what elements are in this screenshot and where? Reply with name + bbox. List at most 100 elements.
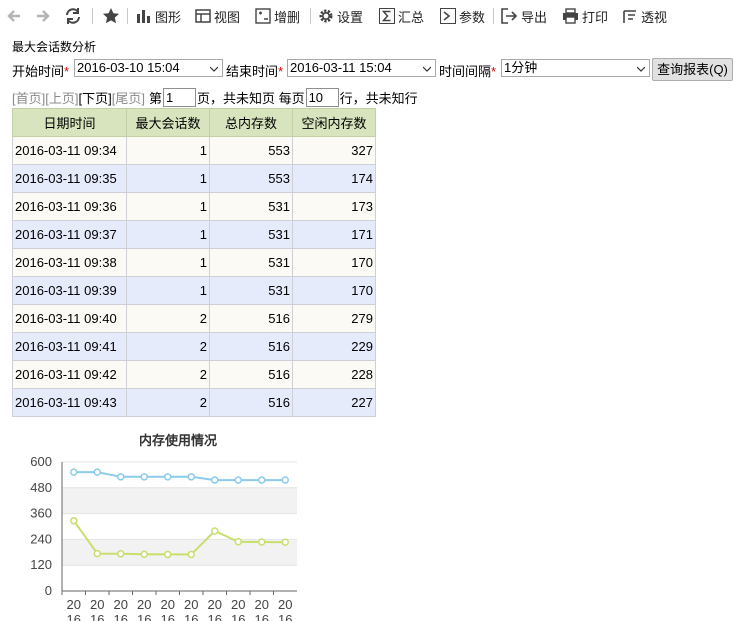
table-row: 2016-03-11 09:39 1 531 170 bbox=[12, 276, 376, 305]
forward-button[interactable] bbox=[35, 6, 51, 26]
print-button[interactable]: 打印 bbox=[562, 6, 608, 26]
x-tick-label: 20 bbox=[114, 597, 128, 612]
table-cell: 516 bbox=[209, 360, 293, 389]
column-header[interactable]: 总内存数 bbox=[209, 108, 293, 137]
last-page-link[interactable]: [尾页] bbox=[112, 88, 145, 107]
pager: [首页] [上页] [下页] [尾页] 第 页，共未知页 每页 行，共未知行 bbox=[12, 87, 418, 107]
table-header-row: 日期时间 最大会话数 总内存数 空闲内存数 bbox=[12, 108, 376, 137]
table-cell: 2016-03-11 09:41 bbox=[12, 332, 127, 361]
table-cell: 516 bbox=[209, 388, 293, 417]
print-button-label: 打印 bbox=[582, 9, 609, 25]
table-cell: 227 bbox=[292, 388, 376, 417]
table-cell: 2 bbox=[126, 360, 210, 389]
page-suffix: 页，共未知页 每页 bbox=[196, 90, 305, 106]
report-title: 最大会话数分析 bbox=[12, 40, 97, 54]
data-point bbox=[164, 550, 172, 559]
toolbar: 图形 视图 增删 设置 汇总 参数 导出 打印 透视 bbox=[0, 0, 742, 32]
data-point bbox=[187, 473, 195, 481]
column-header[interactable]: 日期时间 bbox=[12, 108, 127, 137]
refresh-button[interactable] bbox=[64, 6, 82, 26]
table-cell: 228 bbox=[292, 360, 376, 389]
y-tick-label: 120 bbox=[30, 557, 52, 572]
parameter-button[interactable]: 参数 bbox=[440, 6, 485, 26]
print-icon bbox=[563, 8, 578, 24]
data-point bbox=[117, 473, 125, 481]
page-number-input[interactable] bbox=[162, 87, 196, 107]
table-cell: 170 bbox=[292, 248, 376, 277]
table-cell: 2016-03-11 09:40 bbox=[12, 304, 127, 333]
x-tick-label: 20 bbox=[231, 597, 245, 612]
export-button[interactable]: 导出 bbox=[501, 6, 547, 26]
summary-button[interactable]: 汇总 bbox=[379, 6, 424, 26]
table-cell: 516 bbox=[209, 304, 293, 333]
column-header[interactable]: 空闲内存数 bbox=[292, 108, 376, 137]
page-prefix: 第 bbox=[148, 90, 162, 106]
parameter-icon bbox=[440, 8, 456, 24]
table-cell: 2016-03-11 09:42 bbox=[12, 360, 127, 389]
x-tick-label: 20 bbox=[255, 597, 269, 612]
x-tick-label: 20 bbox=[137, 597, 151, 612]
table-cell: 2016-03-11 09:36 bbox=[12, 192, 127, 221]
chart-title: 内存使用情况 bbox=[139, 433, 217, 448]
settings-button[interactable]: 设置 bbox=[318, 6, 363, 26]
data-point bbox=[234, 476, 242, 484]
next-page-link[interactable]: [下页] bbox=[78, 88, 111, 107]
query-report-button[interactable]: 查询报表(Q) bbox=[652, 58, 733, 81]
x-tick-label: 16 bbox=[137, 612, 151, 621]
table-cell: 2 bbox=[126, 388, 210, 417]
required-mark: * bbox=[278, 64, 284, 79]
table-cell: 2016-03-11 09:43 bbox=[12, 388, 127, 417]
data-point bbox=[187, 550, 195, 559]
back-button[interactable] bbox=[6, 6, 22, 26]
start-time-label-text: 开始时间 bbox=[12, 64, 65, 79]
add-remove-button[interactable]: 增删 bbox=[255, 6, 300, 26]
table-row: 2016-03-11 09:43 2 516 227 bbox=[12, 388, 376, 417]
data-point bbox=[211, 527, 219, 535]
table-cell: 531 bbox=[209, 192, 293, 221]
chevron-down-icon bbox=[423, 66, 431, 72]
interval-select[interactable]: 1分钟 bbox=[501, 59, 650, 77]
table-row: 2016-03-11 09:35 1 553 174 bbox=[12, 164, 376, 193]
view-button[interactable]: 视图 bbox=[195, 6, 240, 26]
rows-per-page-input[interactable] bbox=[305, 87, 339, 107]
table-cell: 2 bbox=[126, 304, 210, 333]
data-point bbox=[211, 476, 219, 484]
data-point bbox=[93, 468, 101, 476]
table-cell: 1 bbox=[126, 220, 210, 249]
table-cell: 1 bbox=[126, 192, 210, 221]
start-time-select[interactable]: 2016-03-10 15:04 bbox=[74, 59, 223, 77]
column-header[interactable]: 最大会话数 bbox=[126, 108, 210, 137]
chart-button[interactable]: 图形 bbox=[136, 6, 181, 26]
view-button-label: 视图 bbox=[214, 9, 241, 25]
x-tick-label: 20 bbox=[161, 597, 175, 612]
memory-usage-chart: 内存使用情况 0120240360480600 2016201620162016… bbox=[30, 433, 297, 621]
end-time-select[interactable]: 2016-03-11 15:04 bbox=[287, 59, 436, 77]
table-cell: 1 bbox=[126, 164, 210, 193]
table-cell: 1 bbox=[126, 276, 210, 305]
y-tick-label: 600 bbox=[30, 454, 52, 469]
rows-suffix: 行，共未知行 bbox=[339, 90, 418, 106]
table-cell: 1 bbox=[126, 248, 210, 277]
prev-page-link[interactable]: [上页] bbox=[45, 88, 78, 107]
y-tick-label: 0 bbox=[45, 583, 52, 598]
pivot-button[interactable]: 透视 bbox=[622, 6, 667, 26]
data-point bbox=[117, 550, 125, 558]
interval-value: 1分钟 bbox=[504, 60, 538, 75]
table-cell: 531 bbox=[209, 248, 293, 277]
table-cell: 170 bbox=[292, 276, 376, 305]
forward-arrow-icon bbox=[37, 10, 50, 22]
x-tick-label: 16 bbox=[208, 612, 222, 621]
x-tick-label: 20 bbox=[184, 597, 198, 612]
table-row: 2016-03-11 09:41 2 516 229 bbox=[12, 332, 376, 361]
table-cell: 531 bbox=[209, 276, 293, 305]
x-tick-label: 16 bbox=[161, 612, 175, 621]
data-point bbox=[258, 538, 266, 546]
data-point bbox=[281, 538, 289, 546]
summary-button-label: 汇总 bbox=[398, 9, 425, 25]
gear-icon bbox=[319, 9, 333, 23]
table-cell: 2016-03-11 09:37 bbox=[12, 220, 127, 249]
first-page-link[interactable]: [首页] bbox=[12, 88, 45, 107]
start-time-label: 开始时间* bbox=[12, 61, 69, 80]
favorite-button[interactable] bbox=[102, 6, 120, 26]
table-cell: 2016-03-11 09:34 bbox=[12, 136, 127, 165]
